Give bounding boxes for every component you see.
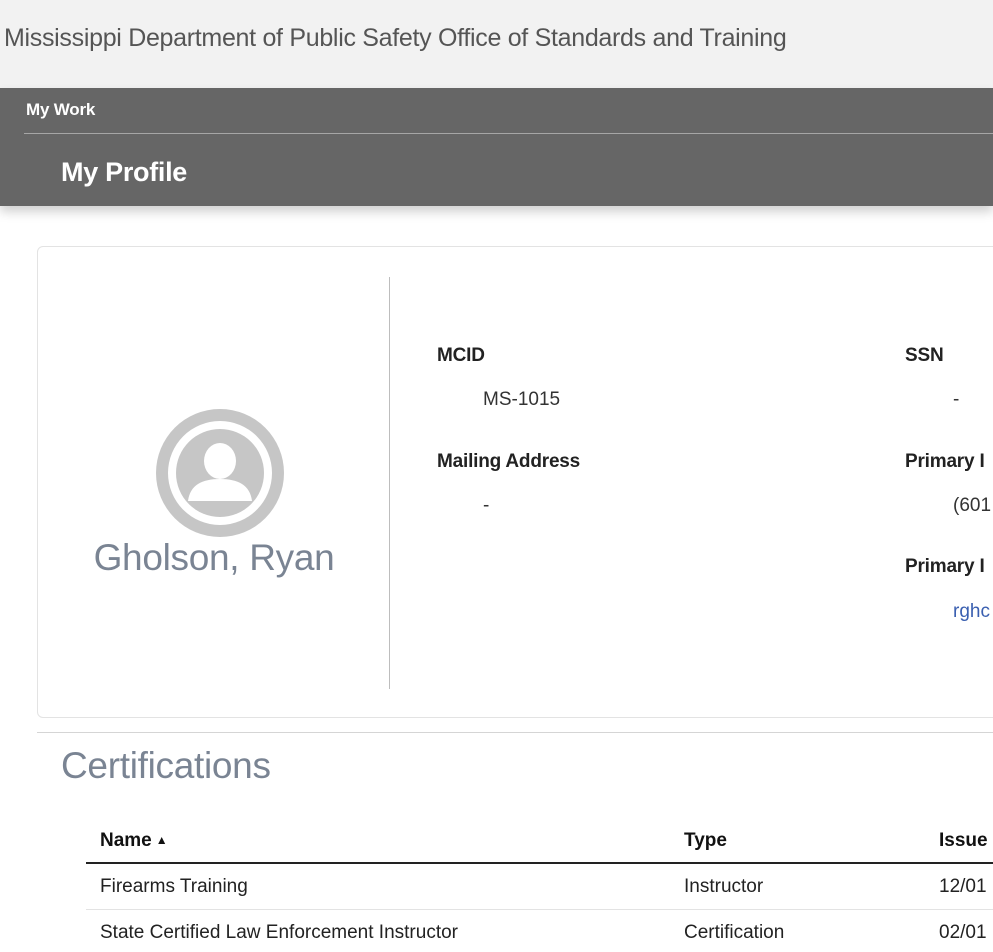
table-row[interactable]: State Certified Law Enforcement Instruct…: [86, 909, 993, 952]
section-divider: [37, 732, 993, 733]
primary-phone-label: Primary I: [905, 451, 985, 472]
cell-issue: 02/01: [925, 909, 993, 952]
site-header: Mississippi Department of Public Safety …: [0, 0, 993, 88]
profile-card: Gholson, Ryan MCID MS-1015 Mailing Addre…: [37, 246, 993, 718]
site-title[interactable]: Mississippi Department of Public Safety …: [4, 24, 787, 53]
mcid-value: MS-1015: [483, 389, 561, 410]
cell-name: State Certified Law Enforcement Instruct…: [86, 909, 670, 952]
primary-email-label: Primary I: [905, 556, 985, 577]
cell-type: Instructor: [670, 863, 925, 910]
cell-name: Firearms Training: [86, 863, 670, 910]
table-row[interactable]: Firearms Training Instructor 12/01: [86, 863, 993, 910]
page-title: My Profile: [61, 157, 188, 187]
mailing-address-value: -: [483, 495, 490, 516]
cell-issue: 12/01: [925, 863, 993, 910]
user-avatar-icon: [156, 409, 284, 537]
table-header-row: Name ▲ Type Issue: [86, 820, 993, 864]
page: Mississippi Department of Public Safety …: [0, 0, 993, 952]
primary-email-link[interactable]: rghc: [953, 601, 990, 623]
mailing-address-label: Mailing Address: [437, 451, 581, 472]
ssn-label: SSN: [905, 345, 944, 366]
sort-ascending-icon: ▲: [155, 833, 168, 847]
certifications-title: Certifications: [61, 745, 271, 786]
mcid-label: MCID: [437, 345, 485, 366]
breadcrumb-my-work[interactable]: My Work: [26, 100, 95, 120]
column-header-name-label: Name: [100, 830, 152, 851]
column-header-name[interactable]: Name ▲: [86, 820, 670, 864]
profile-name: Gholson, Ryan: [93, 537, 335, 578]
card-divider: [389, 277, 390, 689]
cell-type: Certification: [670, 909, 925, 952]
breadcrumb-divider: [24, 133, 993, 134]
certifications-table: Name ▲ Type Issue Firearms Training Instr…: [86, 820, 993, 952]
ssn-value: -: [953, 389, 960, 410]
column-header-type[interactable]: Type: [670, 820, 925, 864]
page-title-bar: My Work My Profile: [0, 88, 993, 206]
column-header-issue[interactable]: Issue: [925, 820, 993, 864]
primary-phone-value: (601: [953, 495, 992, 516]
